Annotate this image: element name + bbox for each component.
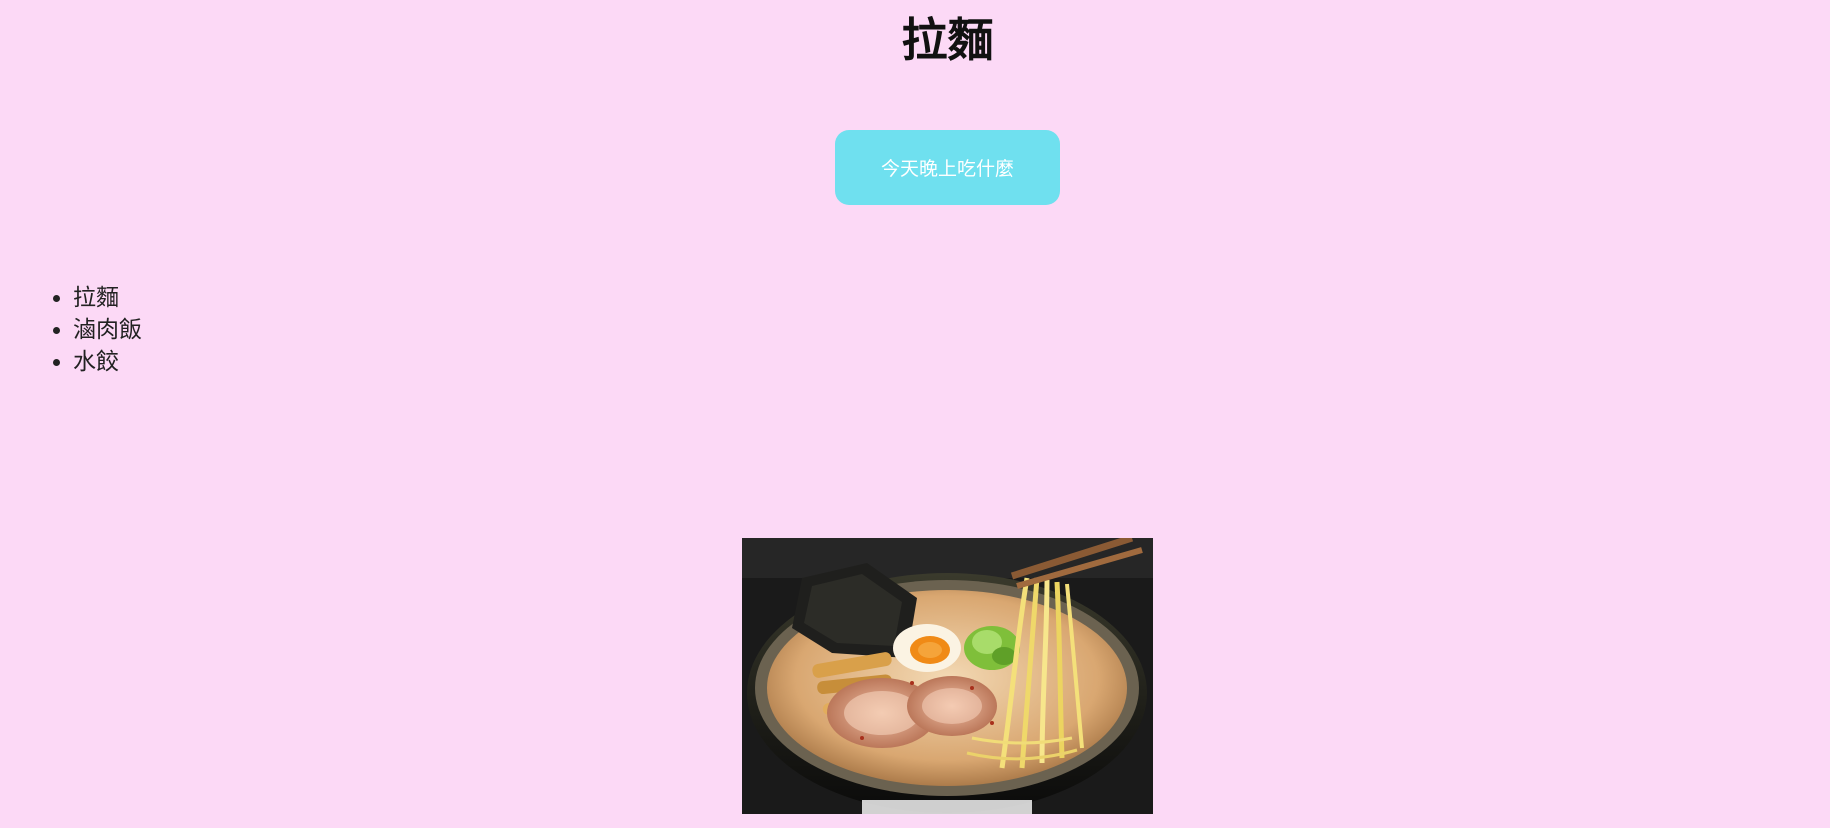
food-list: 拉麵 滷肉飯 水餃 — [24, 282, 142, 378]
ramen-photo — [742, 538, 1153, 814]
list-item: 滷肉飯 — [73, 314, 142, 346]
page: 拉麵 今天晚上吃什麼 拉麵 滷肉飯 水餃 — [0, 0, 1830, 828]
list-item: 水餃 — [73, 346, 142, 378]
what-to-eat-button[interactable]: 今天晚上吃什麼 — [835, 130, 1060, 205]
ramen-bowl-illustration — [742, 538, 1153, 814]
list-item: 拉麵 — [73, 282, 142, 314]
page-title: 拉麵 — [901, 13, 994, 67]
